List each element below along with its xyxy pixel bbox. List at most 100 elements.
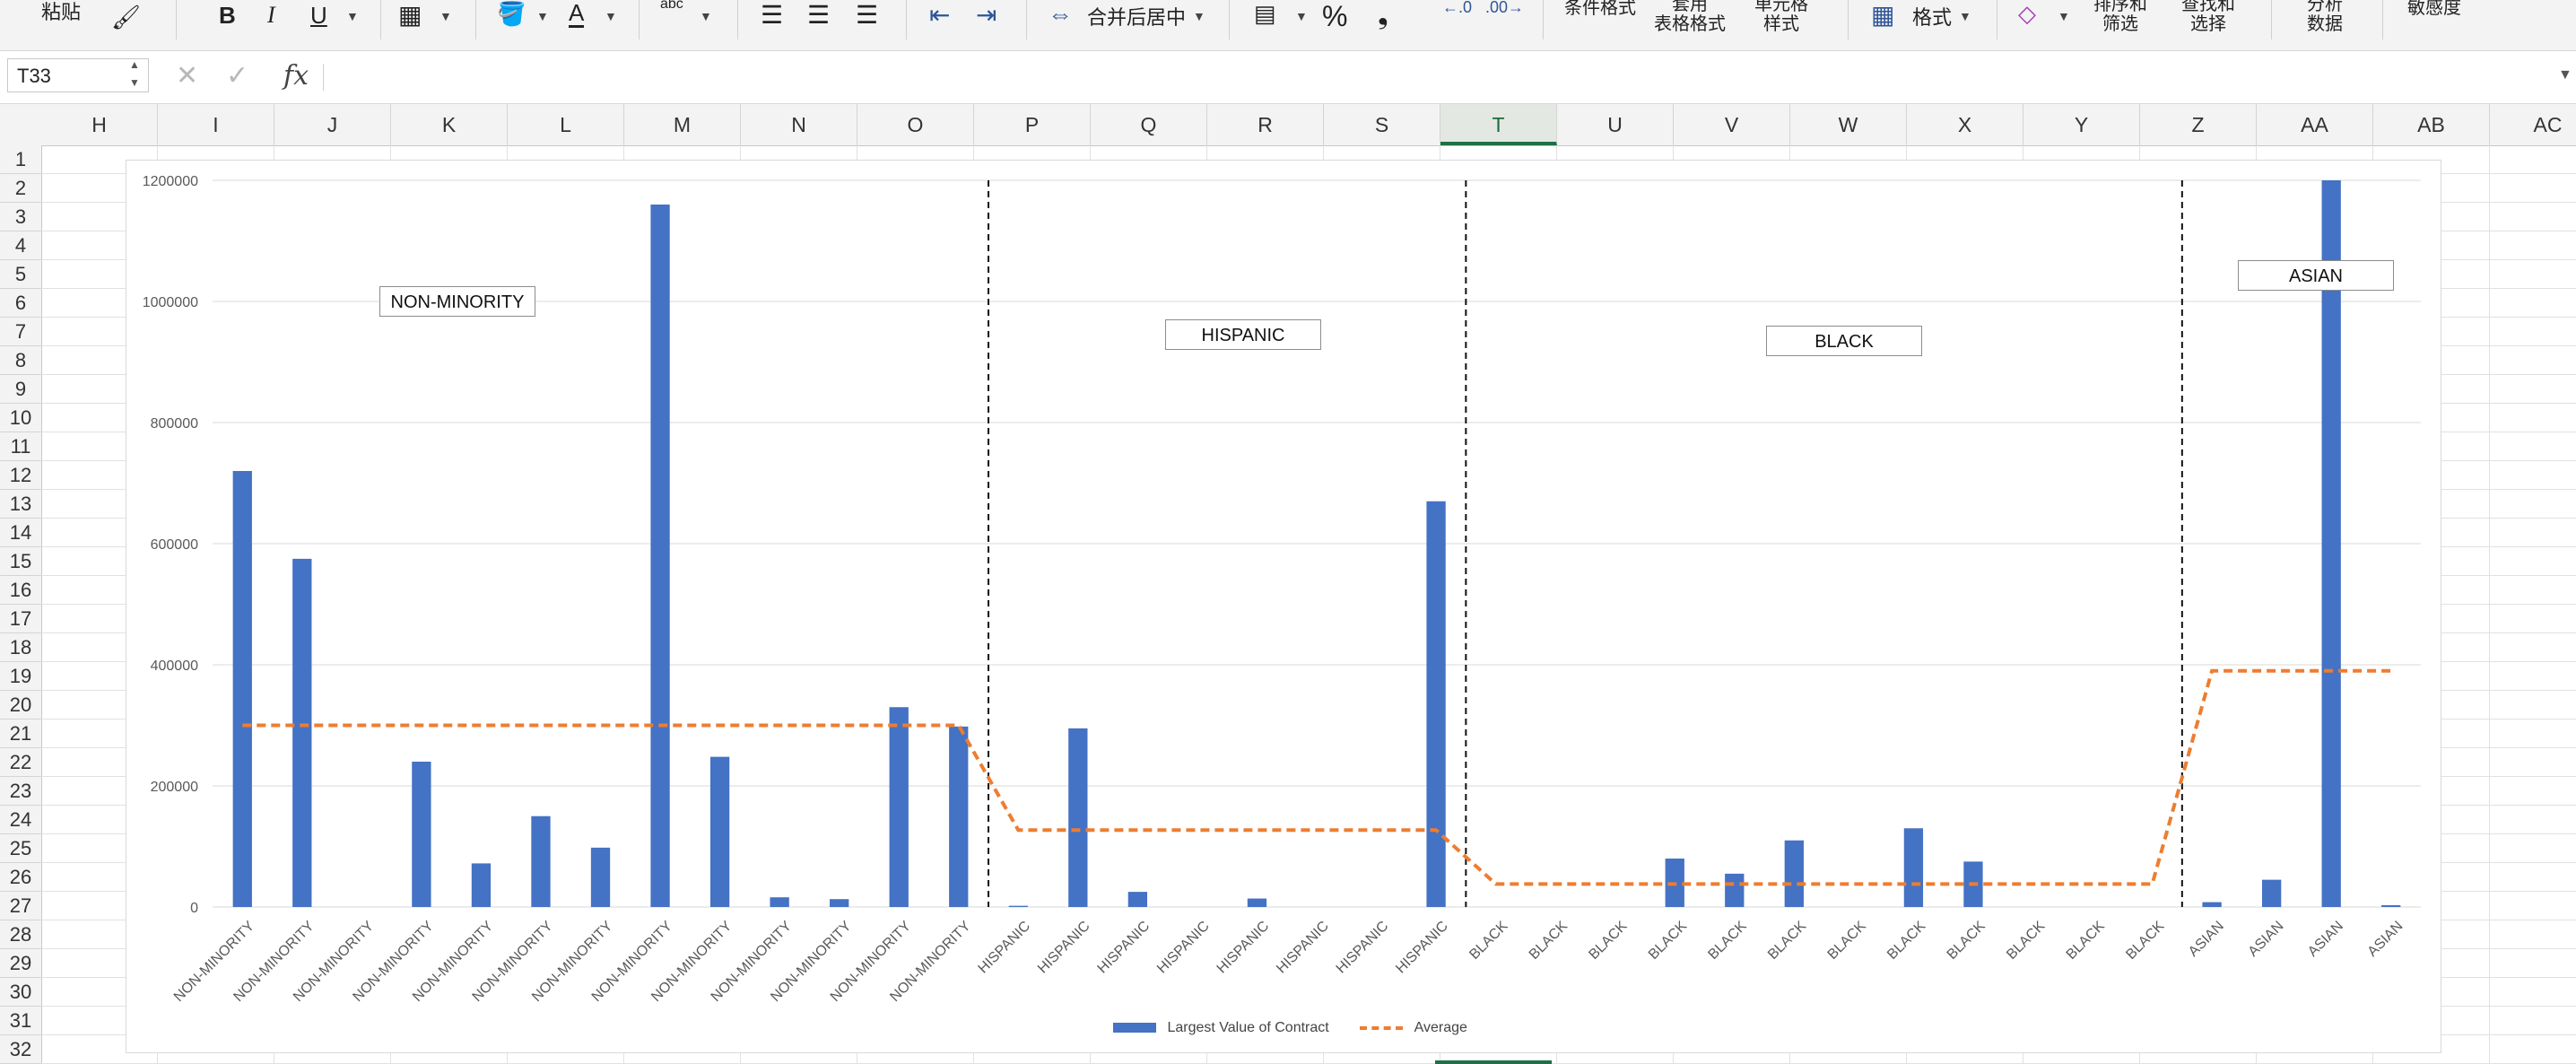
column-header[interactable]: K: [391, 104, 508, 145]
align-right-icon[interactable]: ☰: [856, 0, 878, 30]
column-header[interactable]: N: [741, 104, 857, 145]
column-header[interactable]: L: [508, 104, 624, 145]
cell-style-button[interactable]: 单元格 样式: [1754, 0, 1808, 34]
merge-center-button[interactable]: 合并后居中: [1087, 2, 1186, 31]
column-header[interactable]: H: [41, 104, 158, 145]
row-header[interactable]: 5: [0, 260, 41, 289]
column-header[interactable]: I: [158, 104, 274, 145]
chevron-down-icon[interactable]: ▼: [2058, 9, 2070, 23]
table-format-button[interactable]: 套用 表格格式: [1654, 0, 1726, 34]
fill-color-icon[interactable]: 🪣: [497, 0, 526, 28]
row-header[interactable]: 29: [0, 949, 41, 978]
row-header[interactable]: 1: [0, 145, 41, 174]
formula-input[interactable]: [334, 60, 2540, 92]
chevron-down-icon[interactable]: ▼: [536, 9, 549, 23]
row-header[interactable]: 21: [0, 720, 41, 748]
row-header[interactable]: 15: [0, 547, 41, 576]
find-select-button[interactable]: 查找和 选择: [2181, 0, 2235, 34]
column-header[interactable]: AC: [2490, 104, 2576, 145]
row-header[interactable]: 20: [0, 691, 41, 720]
chart-object[interactable]: 0 200000 400000 600000 800000 1000000 1200000 N…: [126, 160, 2441, 1053]
row-header[interactable]: 28: [0, 920, 41, 949]
merge-center-icon[interactable]: ⇔: [1048, 0, 1073, 29]
comma-style-button[interactable]: ❟: [1378, 0, 1388, 31]
sensitivity-button[interactable]: 敏感度: [2407, 0, 2461, 18]
row-header[interactable]: 30: [0, 978, 41, 1007]
column-header[interactable]: X: [1907, 104, 2023, 145]
row-header[interactable]: 25: [0, 834, 41, 863]
chevron-down-icon[interactable]: ▼: [605, 9, 617, 23]
column-header[interactable]: R: [1207, 104, 1324, 145]
row-header[interactable]: 23: [0, 777, 41, 806]
borders-icon[interactable]: ▦: [398, 0, 422, 30]
decrease-indent-icon[interactable]: ⇤: [929, 0, 950, 30]
column-header[interactable]: P: [974, 104, 1091, 145]
align-center-icon[interactable]: ☰: [807, 0, 830, 30]
italic-button[interactable]: I: [267, 2, 275, 29]
cancel-icon[interactable]: ✕: [176, 60, 198, 92]
clear-eraser-icon[interactable]: ◇: [2018, 0, 2036, 28]
column-header[interactable]: S: [1324, 104, 1440, 145]
text-orientation-button[interactable]: abc: [660, 0, 683, 13]
format-button[interactable]: 格式: [1912, 2, 1952, 31]
row-header[interactable]: 19: [0, 662, 41, 691]
row-header[interactable]: 22: [0, 748, 41, 777]
row-header[interactable]: 16: [0, 576, 41, 605]
row-header[interactable]: 13: [0, 490, 41, 519]
row-header[interactable]: 3: [0, 203, 41, 231]
chevron-down-icon[interactable]: ▼: [439, 9, 452, 23]
expand-formula-icon[interactable]: ▼: [2558, 67, 2572, 83]
row-header[interactable]: 12: [0, 461, 41, 490]
row-header[interactable]: 6: [0, 289, 41, 318]
underline-button[interactable]: U: [310, 2, 327, 30]
chevron-down-icon[interactable]: ▼: [1959, 9, 1971, 23]
name-box-up-icon[interactable]: ▲: [129, 58, 140, 71]
row-header[interactable]: 9: [0, 375, 41, 404]
chevron-down-icon[interactable]: ▼: [1193, 9, 1205, 23]
row-header[interactable]: 26: [0, 863, 41, 892]
row-header[interactable]: 24: [0, 806, 41, 834]
percent-button[interactable]: %: [1322, 0, 1347, 33]
number-format-icon[interactable]: ▤: [1254, 0, 1276, 28]
chevron-down-icon[interactable]: ▼: [700, 9, 712, 23]
align-left-icon[interactable]: ☰: [761, 0, 783, 30]
name-box-down-icon[interactable]: ▼: [129, 76, 140, 89]
column-header[interactable]: T: [1440, 104, 1557, 145]
chevron-down-icon[interactable]: ▼: [346, 9, 359, 23]
name-box[interactable]: T33: [7, 58, 149, 92]
row-header[interactable]: 18: [0, 633, 41, 662]
paste-button[interactable]: 粘贴: [41, 0, 81, 25]
insert-function-button[interactable]: fx: [283, 60, 309, 92]
row-header[interactable]: 8: [0, 346, 41, 375]
conditional-format-button[interactable]: 条件格式: [1564, 0, 1636, 18]
row-header[interactable]: 10: [0, 404, 41, 432]
bold-button[interactable]: B: [219, 2, 236, 30]
analyze-data-button[interactable]: 分析 数据: [2307, 0, 2343, 34]
row-header[interactable]: 11: [0, 432, 41, 461]
font-color-button[interactable]: A: [569, 0, 585, 28]
row-header[interactable]: 4: [0, 231, 41, 260]
column-header[interactable]: Q: [1091, 104, 1207, 145]
increase-indent-icon[interactable]: ⇥: [976, 0, 996, 30]
chevron-down-icon[interactable]: ▼: [1295, 9, 1308, 23]
sort-filter-button[interactable]: 排序和 筛选: [2093, 0, 2147, 34]
column-header[interactable]: M: [624, 104, 741, 145]
row-header[interactable]: 14: [0, 519, 41, 547]
format-painter-icon[interactable]: 🖌: [111, 4, 141, 31]
format-cells-icon[interactable]: ▦: [1871, 0, 1894, 30]
column-header[interactable]: U: [1557, 104, 1674, 145]
row-header[interactable]: 27: [0, 892, 41, 920]
column-header[interactable]: AA: [2257, 104, 2373, 145]
row-header[interactable]: 32: [0, 1035, 41, 1064]
row-header[interactable]: 7: [0, 318, 41, 346]
row-header[interactable]: 17: [0, 605, 41, 633]
column-header[interactable]: O: [857, 104, 974, 145]
column-header[interactable]: V: [1674, 104, 1790, 145]
column-header[interactable]: Y: [2023, 104, 2140, 145]
column-header[interactable]: J: [274, 104, 391, 145]
increase-decimal-icon[interactable]: ←.0: [1442, 0, 1472, 17]
column-header[interactable]: AB: [2373, 104, 2490, 145]
column-header[interactable]: W: [1790, 104, 1907, 145]
confirm-icon[interactable]: ✓: [226, 60, 248, 92]
decrease-decimal-icon[interactable]: .00→: [1485, 0, 1524, 17]
